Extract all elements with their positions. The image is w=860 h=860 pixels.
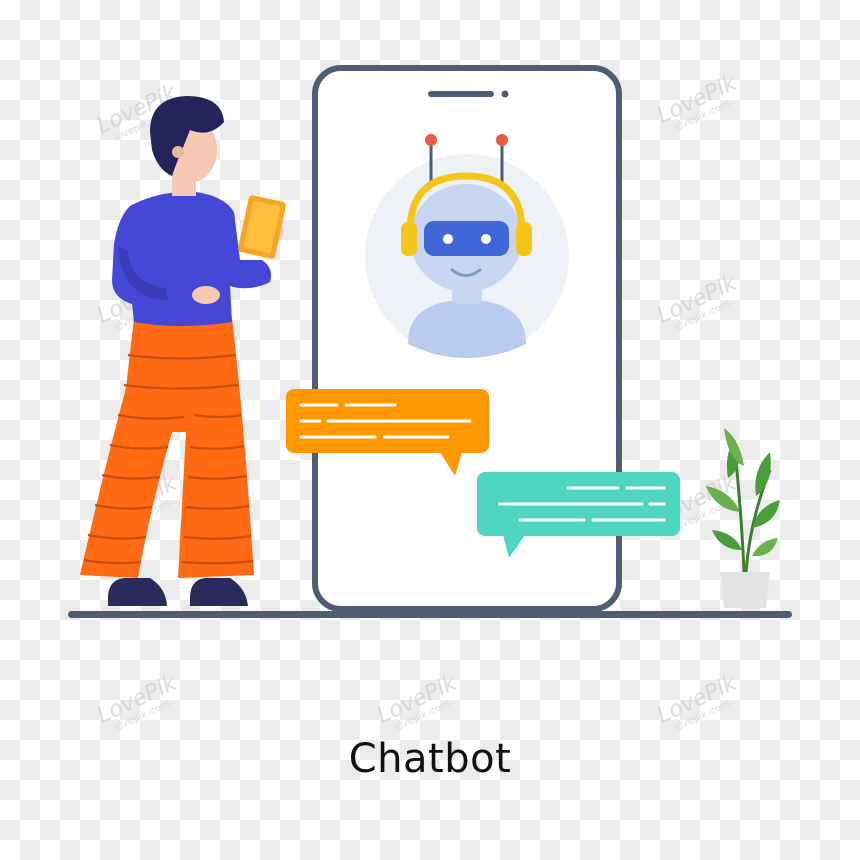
potted-plant-icon	[706, 428, 780, 608]
phone-camera	[501, 90, 509, 98]
headphone-right	[516, 222, 532, 256]
shoe-left	[108, 578, 167, 606]
ear	[172, 146, 184, 158]
leaf	[752, 538, 778, 557]
robot-visor	[424, 221, 509, 256]
robot-eye-right	[481, 234, 491, 244]
phone-speaker	[428, 91, 494, 97]
chatbot-illustration: LovePiklovepik.com LovePiklovepik.com Lo…	[68, 65, 792, 734]
floor-line	[68, 611, 792, 618]
shoe-right	[190, 578, 248, 606]
plant-pot	[720, 572, 770, 608]
robot-eye-left	[443, 234, 453, 244]
leaf	[755, 452, 771, 496]
leaf	[712, 530, 742, 550]
antenna-tip-left	[425, 134, 437, 146]
antenna-tip-right	[496, 134, 508, 146]
caption-title: Chatbot	[348, 736, 512, 782]
person-figure	[80, 96, 286, 606]
hand-left	[192, 286, 220, 304]
headphone-left	[401, 222, 417, 256]
